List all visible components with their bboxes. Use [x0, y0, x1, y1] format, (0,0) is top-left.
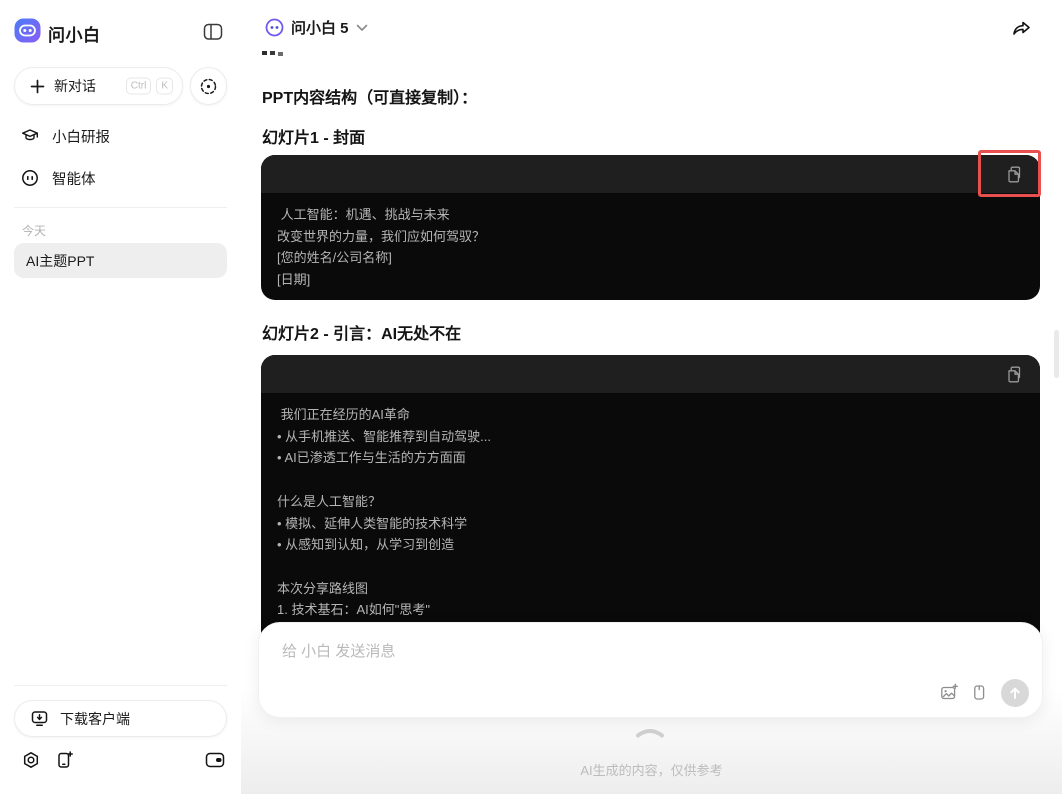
app-title: 问小白	[48, 26, 101, 45]
code-line: 改变世界的力量，我们应如何驾驭？	[277, 228, 486, 244]
code-line: [您的姓名/公司名称]	[277, 250, 392, 266]
ai-disclaimer: AI生成的内容，仅供参考	[580, 763, 723, 778]
model-selector[interactable]: 问小白 5	[265, 17, 368, 38]
sidebar-divider	[14, 207, 227, 208]
image-upload-icon[interactable]	[940, 683, 958, 701]
sidebar-item-label: 小白研报	[52, 129, 110, 146]
sidebar-divider	[14, 685, 227, 686]
new-chat-label: 新对话	[54, 78, 96, 94]
code-block-body: 我们正在经历的AI革命 • 从手机推送、智能推荐到自动驾驶... • AI已渗透…	[261, 393, 1040, 647]
attachment-icon[interactable]	[970, 683, 988, 701]
screenshot-capture-button[interactable]	[190, 67, 227, 105]
copy-icon[interactable]	[1005, 365, 1023, 383]
code-line: 什么是人工智能？	[277, 493, 382, 509]
chevron-down-icon	[356, 24, 368, 32]
code-line: 1. 技术基石：AI如何"思考"	[277, 602, 430, 618]
code-line: • AI已渗透工作与生活的方方面面	[277, 450, 466, 466]
code-line: • 从手机推送、智能推荐到自动驾驶...	[277, 428, 491, 444]
clipped-message-text	[262, 51, 288, 57]
code-block-body: 人工智能：机遇、挑战与未来 改变世界的力量，我们应如何驾驭？ [您的姓名/公司名…	[261, 193, 1040, 300]
sidebar-item-agents[interactable]: 智能体	[14, 163, 227, 193]
code-block-slide2: 我们正在经历的AI革命 • 从手机推送、智能推荐到自动驾驶... • AI已渗透…	[261, 355, 1040, 647]
code-block-slide1: 人工智能：机遇、挑战与未来 改变世界的力量，我们应如何驾驭？ [您的姓名/公司名…	[261, 155, 1040, 300]
copy-icon[interactable]	[1005, 165, 1023, 183]
message-composer[interactable]	[258, 622, 1043, 718]
send-button[interactable]	[1001, 679, 1029, 707]
new-chat-button[interactable]: 新对话 Ctrl K	[14, 67, 183, 105]
shortcut-hint: Ctrl K	[125, 77, 173, 95]
code-line: 人工智能：机遇、挑战与未来	[277, 207, 450, 222]
focus-target-icon	[199, 77, 218, 96]
message-heading-ppt-structure: PPT内容结构（可直接复制）：	[262, 90, 478, 107]
kbd-k: K	[156, 77, 173, 95]
code-block-header	[261, 355, 1040, 393]
sidebar: 问小白 新对话 Ctrl K 小白研报 智能体 今天 AI主题PPT 下载客户端	[0, 0, 241, 794]
kbd-ctrl: Ctrl	[125, 77, 152, 95]
plus-icon	[30, 79, 45, 94]
history-item-label: AI主题PPT	[26, 252, 95, 269]
code-line: 本次分享路线图	[277, 580, 369, 596]
download-client-button[interactable]: 下载客户端	[14, 700, 227, 737]
chat-main-area: 问小白 5 PPT内容结构（可直接复制）： 幻灯片1 - 封面 人工智能：机遇、	[241, 0, 1062, 794]
sidebar-item-research[interactable]: 小白研报	[14, 121, 227, 151]
scroll-collapse-handle[interactable]	[635, 725, 665, 738]
sidebar-collapse-icon[interactable]	[202, 21, 224, 43]
code-line: 我们正在经历的AI革命	[277, 407, 410, 422]
code-line: [日期]	[277, 272, 311, 288]
code-line: • 模拟、延伸人类智能的技术科学	[277, 515, 468, 531]
graduation-cap-icon	[21, 127, 39, 145]
history-section-label: 今天	[22, 224, 47, 238]
history-item-ai-ppt[interactable]: AI主题PPT	[14, 243, 227, 278]
settings-gear-icon[interactable]	[22, 751, 40, 769]
agent-face-icon	[21, 169, 39, 187]
model-logo-icon	[265, 18, 284, 37]
sidebar-item-label: 智能体	[52, 171, 96, 188]
code-line: • 从感知到认知，从学习到创造	[277, 537, 455, 553]
message-heading-slide2: 幻灯片2 - 引言：AI无处不在	[262, 326, 462, 343]
share-icon[interactable]	[1010, 18, 1032, 40]
download-client-label: 下载客户端	[60, 710, 130, 727]
scrollbar-thumb[interactable]	[1054, 330, 1059, 378]
download-client-icon	[30, 709, 49, 728]
wallet-icon[interactable]	[205, 752, 225, 768]
app-logo-icon	[14, 17, 41, 44]
message-heading-slide1: 幻灯片1 - 封面	[262, 130, 366, 147]
mobile-app-icon[interactable]	[55, 750, 74, 769]
model-title: 问小白 5	[291, 20, 349, 37]
composer-input[interactable]	[282, 640, 922, 680]
code-block-header	[261, 155, 1040, 193]
